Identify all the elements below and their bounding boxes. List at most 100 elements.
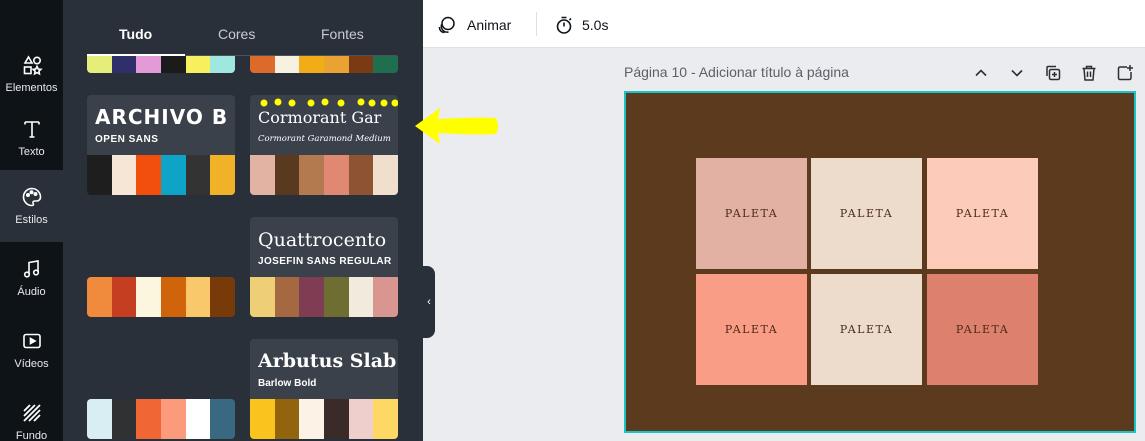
collapse-panel-button[interactable]: ‹: [423, 266, 435, 338]
color-swatch[interactable]: [87, 155, 112, 195]
style-card-subtitle: OPEN SANS: [95, 134, 159, 145]
palette-swatches: [250, 399, 398, 439]
animate-icon: [437, 14, 459, 36]
add-page-icon: [1117, 65, 1133, 81]
background-icon: [21, 402, 43, 424]
tab-tudo[interactable]: Tudo: [119, 26, 152, 42]
rail-item-estilos[interactable]: Estilos: [0, 170, 63, 242]
palette-tile[interactable]: PALETA: [811, 158, 922, 269]
color-swatch[interactable]: [250, 399, 275, 439]
trash-icon: [1082, 65, 1096, 81]
color-swatch[interactable]: [324, 399, 349, 439]
color-swatch[interactable]: [185, 155, 211, 195]
style-card-arbutus[interactable]: Arbutus Slab Barlow Bold: [250, 339, 398, 439]
tile-label: PALETA: [955, 207, 1010, 220]
color-swatch[interactable]: [111, 277, 137, 317]
palette-tile[interactable]: PALETA: [927, 274, 1038, 385]
style-card-subtitle: JOSEFIN SANS REGULAR: [258, 256, 392, 267]
style-card-title: ARCHIVO B: [95, 105, 229, 129]
color-swatch[interactable]: [87, 399, 112, 439]
rail-item-videos[interactable]: Vídeos: [0, 314, 63, 386]
rail-label: Elementos: [5, 82, 58, 94]
color-swatch[interactable]: [87, 56, 112, 73]
color-swatch[interactable]: [111, 155, 137, 195]
color-swatch[interactable]: [87, 277, 112, 317]
color-swatch[interactable]: [136, 155, 162, 195]
color-swatch[interactable]: [348, 56, 374, 73]
color-swatch[interactable]: [210, 155, 235, 195]
color-swatch[interactable]: [111, 56, 137, 73]
rail-item-fundo[interactable]: Fundo: [0, 386, 63, 441]
color-swatch[interactable]: [161, 56, 186, 73]
color-swatch[interactable]: [274, 399, 300, 439]
color-swatch[interactable]: [185, 399, 211, 439]
color-swatch[interactable]: [161, 399, 186, 439]
style-card-cormorant[interactable]: Cormorant Gar Cormorant Garamond Medium: [250, 95, 398, 195]
color-swatch[interactable]: [161, 277, 186, 317]
color-swatch[interactable]: [299, 277, 325, 317]
color-swatch[interactable]: [373, 277, 398, 317]
style-card-title: Quattrocento: [258, 229, 387, 251]
palette-swatches: [250, 277, 398, 317]
palette-swatches[interactable]: [87, 56, 235, 73]
rail-label: Estilos: [15, 214, 48, 226]
color-swatch[interactable]: [348, 277, 374, 317]
duplicate-page-button[interactable]: [1042, 62, 1064, 84]
color-swatch[interactable]: [373, 56, 398, 73]
add-page-button[interactable]: [1114, 62, 1136, 84]
rail-item-elementos[interactable]: Elementos: [0, 38, 63, 110]
color-swatch[interactable]: [111, 399, 137, 439]
color-swatch[interactable]: [274, 56, 300, 73]
tile-label: PALETA: [839, 323, 894, 336]
color-swatch[interactable]: [299, 155, 325, 195]
move-page-down-button[interactable]: [1006, 62, 1028, 84]
color-swatch[interactable]: [250, 155, 275, 195]
color-swatch[interactable]: [299, 56, 325, 73]
delete-page-button[interactable]: [1078, 62, 1100, 84]
color-swatch[interactable]: [373, 399, 398, 439]
palette-tile[interactable]: PALETA: [927, 158, 1038, 269]
palette-tile[interactable]: PALETA: [696, 158, 807, 269]
style-card-archivo[interactable]: ARCHIVO B OPEN SANS: [87, 95, 235, 195]
palette-swatches[interactable]: [250, 56, 398, 73]
color-swatch[interactable]: [185, 277, 211, 317]
color-swatch[interactable]: [299, 399, 325, 439]
tab-cores[interactable]: Cores: [218, 26, 255, 42]
color-swatch[interactable]: [210, 56, 235, 73]
duration-button[interactable]: 5.0s: [554, 14, 608, 36]
shapes-icon: [21, 54, 43, 76]
move-page-up-button[interactable]: [970, 62, 992, 84]
rail-item-texto[interactable]: Texto: [0, 102, 63, 174]
color-swatch[interactable]: [185, 56, 211, 73]
color-swatch[interactable]: [324, 155, 349, 195]
color-swatch[interactable]: [210, 277, 235, 317]
color-swatch[interactable]: [136, 277, 162, 317]
color-swatch[interactable]: [348, 155, 374, 195]
color-swatch[interactable]: [348, 399, 374, 439]
animate-button[interactable]: Animar: [437, 14, 511, 36]
color-swatch[interactable]: [250, 56, 275, 73]
palette-tile[interactable]: PALETA: [696, 274, 807, 385]
design-canvas[interactable]: PALETA PALETA PALETA PALETA PALETA PALET…: [624, 91, 1136, 433]
tile-label: PALETA: [724, 207, 779, 220]
palette-tile[interactable]: PALETA: [811, 274, 922, 385]
top-toolbar: Animar 5.0s: [423, 0, 1145, 48]
style-card-quattrocento[interactable]: Quattrocento JOSEFIN SANS REGULAR: [250, 217, 398, 317]
page-title[interactable]: Página 10 - Adicionar título à página: [624, 64, 849, 80]
color-swatch[interactable]: [274, 155, 300, 195]
color-swatch[interactable]: [274, 277, 300, 317]
palette-swatches[interactable]: [87, 277, 235, 317]
color-swatch[interactable]: [161, 155, 186, 195]
color-swatch[interactable]: [210, 399, 235, 439]
color-swatch[interactable]: [250, 277, 275, 317]
color-swatch[interactable]: [136, 399, 162, 439]
color-swatch[interactable]: [373, 155, 398, 195]
rail-item-audio[interactable]: Áudio: [0, 242, 63, 314]
palette-swatches: [87, 155, 235, 195]
palette-swatches[interactable]: [87, 399, 235, 439]
color-swatch[interactable]: [136, 56, 162, 73]
color-swatch[interactable]: [324, 277, 349, 317]
panel-tabs: Tudo Cores Fontes: [63, 0, 423, 56]
color-swatch[interactable]: [324, 56, 349, 73]
tab-fontes[interactable]: Fontes: [321, 26, 364, 42]
